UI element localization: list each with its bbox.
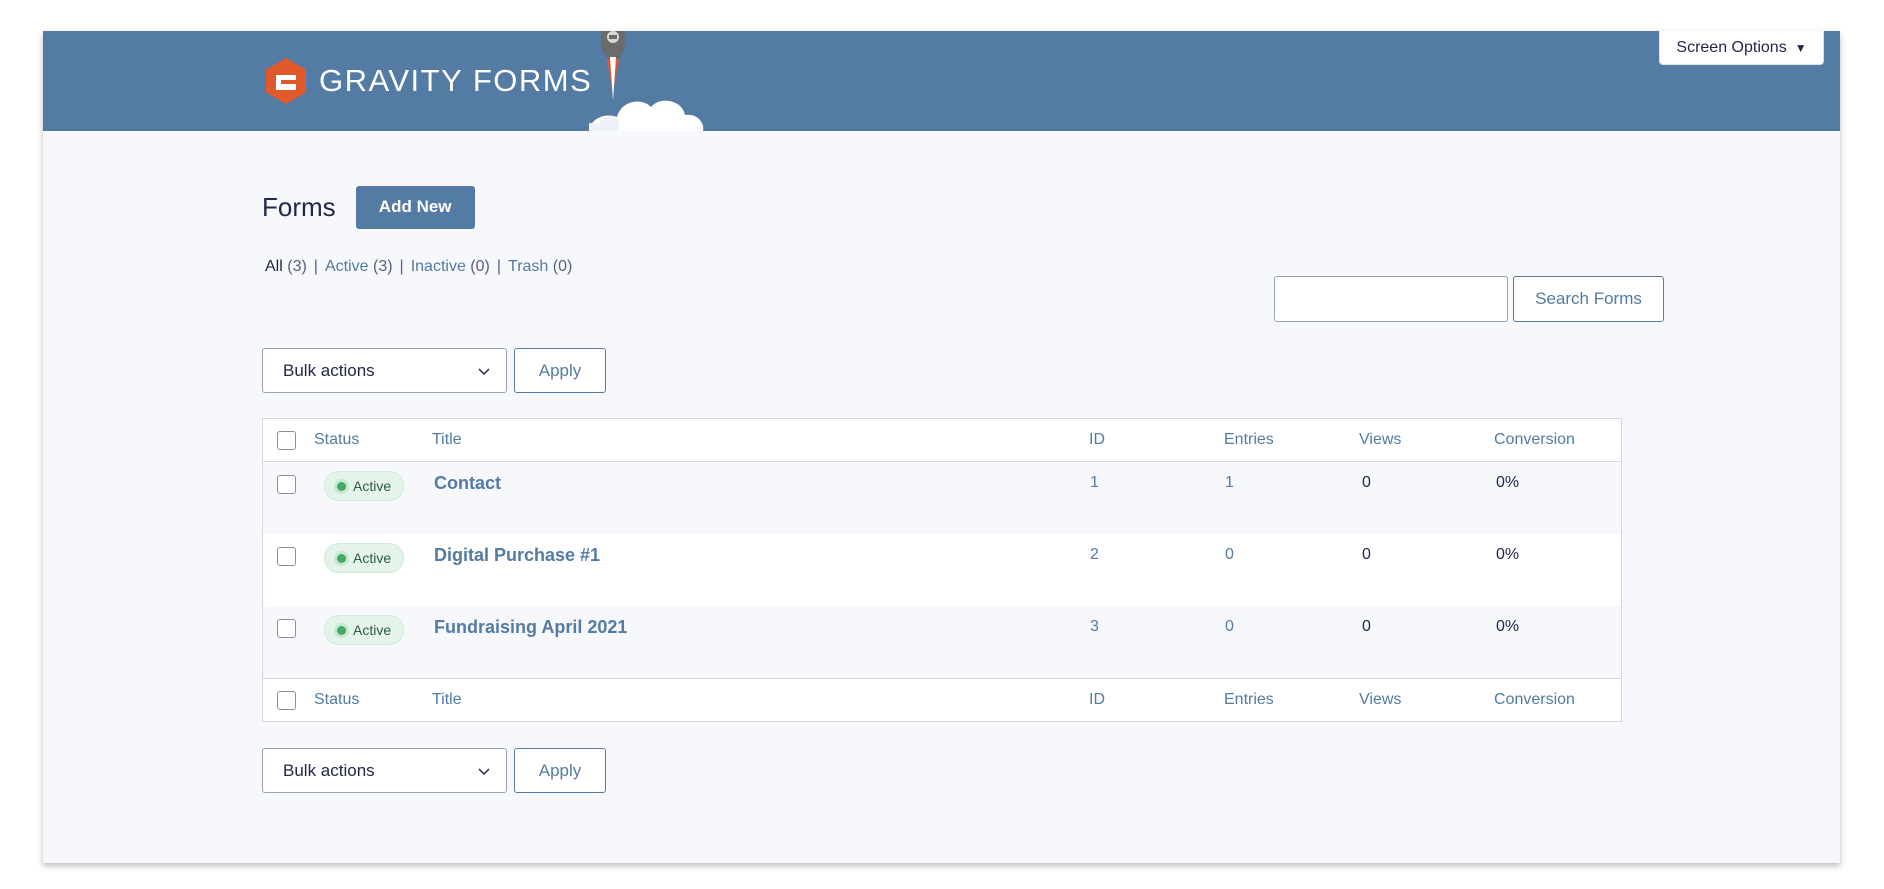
active-dot-icon xyxy=(337,481,346,491)
apply-button-bottom[interactable]: Apply xyxy=(514,748,606,793)
header-banner: GRAVITY FORMS Screen Options ▼ xyxy=(43,31,1840,131)
column-header-entries[interactable]: Entries xyxy=(1224,431,1274,449)
row-checkbox[interactable] xyxy=(277,619,296,638)
search-box: Search Forms xyxy=(1274,276,1664,322)
column-header-title[interactable]: Title xyxy=(432,431,462,449)
chevron-down-icon xyxy=(478,367,490,375)
status-badge[interactable]: Active xyxy=(324,543,404,573)
form-conversion: 0% xyxy=(1496,546,1520,563)
main-content: Forms Add New All (3) | Active (3) | Ina… xyxy=(262,185,1664,793)
column-footer-status[interactable]: Status xyxy=(314,691,359,709)
caret-down-icon: ▼ xyxy=(1794,40,1807,55)
form-entries-link[interactable]: 1 xyxy=(1225,474,1234,492)
form-views: 0 xyxy=(1362,474,1371,491)
form-title-link[interactable]: Digital Purchase #1 xyxy=(434,545,600,566)
rocket-launch-illustration xyxy=(589,31,704,131)
table-row: Active Contact 1 1 0 0% xyxy=(263,462,1621,534)
table-footer-row: Status Title ID Entries Views Conversion xyxy=(263,678,1621,721)
bulk-actions-label: Bulk actions xyxy=(283,760,375,780)
screen-options-label: Screen Options xyxy=(1676,38,1787,56)
form-views: 0 xyxy=(1362,618,1371,635)
column-footer-conversion[interactable]: Conversion xyxy=(1494,691,1575,709)
table-row: Active Fundraising April 2021 3 0 0 0% xyxy=(263,606,1621,678)
filter-separator: | xyxy=(399,258,404,275)
gravity-forms-logo: GRAVITY FORMS xyxy=(261,56,592,106)
filter-inactive[interactable]: Inactive (0) xyxy=(411,258,490,276)
active-dot-icon xyxy=(337,625,346,635)
bulk-actions-select[interactable]: Bulk actions xyxy=(262,348,507,393)
forms-table: Status Title ID Entries Views Conversion… xyxy=(262,418,1622,722)
column-header-id[interactable]: ID xyxy=(1089,431,1105,449)
column-header-views[interactable]: Views xyxy=(1359,431,1401,449)
table-row: Active Digital Purchase #1 2 0 0 0% xyxy=(263,534,1621,606)
screen-options-button[interactable]: Screen Options ▼ xyxy=(1659,31,1824,65)
row-checkbox[interactable] xyxy=(277,475,296,494)
form-entries-link[interactable]: 0 xyxy=(1225,546,1234,564)
form-id: 3 xyxy=(1090,618,1099,635)
filter-all[interactable]: All (3) xyxy=(265,258,307,276)
gravity-forms-logo-icon xyxy=(266,58,306,104)
filter-active[interactable]: Active (3) xyxy=(325,258,393,276)
search-forms-button[interactable]: Search Forms xyxy=(1513,276,1664,322)
form-views: 0 xyxy=(1362,546,1371,563)
form-title-link[interactable]: Fundraising April 2021 xyxy=(434,617,627,638)
column-header-conversion[interactable]: Conversion xyxy=(1494,431,1575,449)
table-header-row: Status Title ID Entries Views Conversion xyxy=(263,419,1621,462)
brand-name: GRAVITY FORMS xyxy=(319,63,593,98)
add-new-button[interactable]: Add New xyxy=(355,185,475,229)
search-input[interactable] xyxy=(1274,276,1508,322)
bulk-actions-select-bottom[interactable]: Bulk actions xyxy=(262,748,507,793)
filter-separator: | xyxy=(313,258,318,275)
bulk-actions-top: Bulk actions Apply xyxy=(262,348,606,393)
row-checkbox[interactable] xyxy=(277,547,296,566)
bulk-actions-label: Bulk actions xyxy=(283,360,375,380)
form-id: 2 xyxy=(1090,546,1099,563)
status-filter-links: All (3) | Active (3) | Inactive (0) | Tr… xyxy=(265,258,572,276)
chevron-down-icon xyxy=(478,767,490,775)
column-footer-id[interactable]: ID xyxy=(1089,691,1105,709)
form-conversion: 0% xyxy=(1496,474,1520,491)
form-title-link[interactable]: Contact xyxy=(434,473,501,494)
select-all-checkbox[interactable] xyxy=(277,431,296,450)
page-title-row: Forms Add New xyxy=(262,185,1622,229)
active-dot-icon xyxy=(337,553,346,563)
bulk-actions-bottom: Bulk actions Apply xyxy=(262,748,606,793)
app-window: GRAVITY FORMS Screen Options ▼ Forms Add… xyxy=(43,31,1840,863)
apply-button[interactable]: Apply xyxy=(514,348,606,393)
status-badge[interactable]: Active xyxy=(324,615,404,645)
status-badge[interactable]: Active xyxy=(324,471,404,501)
form-conversion: 0% xyxy=(1496,618,1520,635)
form-entries-link[interactable]: 0 xyxy=(1225,618,1234,636)
column-header-status[interactable]: Status xyxy=(314,431,359,449)
select-all-checkbox-bottom[interactable] xyxy=(277,691,296,710)
column-footer-entries[interactable]: Entries xyxy=(1224,691,1274,709)
column-footer-views[interactable]: Views xyxy=(1359,691,1401,709)
column-footer-title[interactable]: Title xyxy=(432,691,462,709)
page-title: Forms xyxy=(262,191,336,222)
filter-separator: | xyxy=(496,258,502,275)
form-id: 1 xyxy=(1090,474,1099,491)
filter-trash[interactable]: Trash (0) xyxy=(508,258,572,276)
